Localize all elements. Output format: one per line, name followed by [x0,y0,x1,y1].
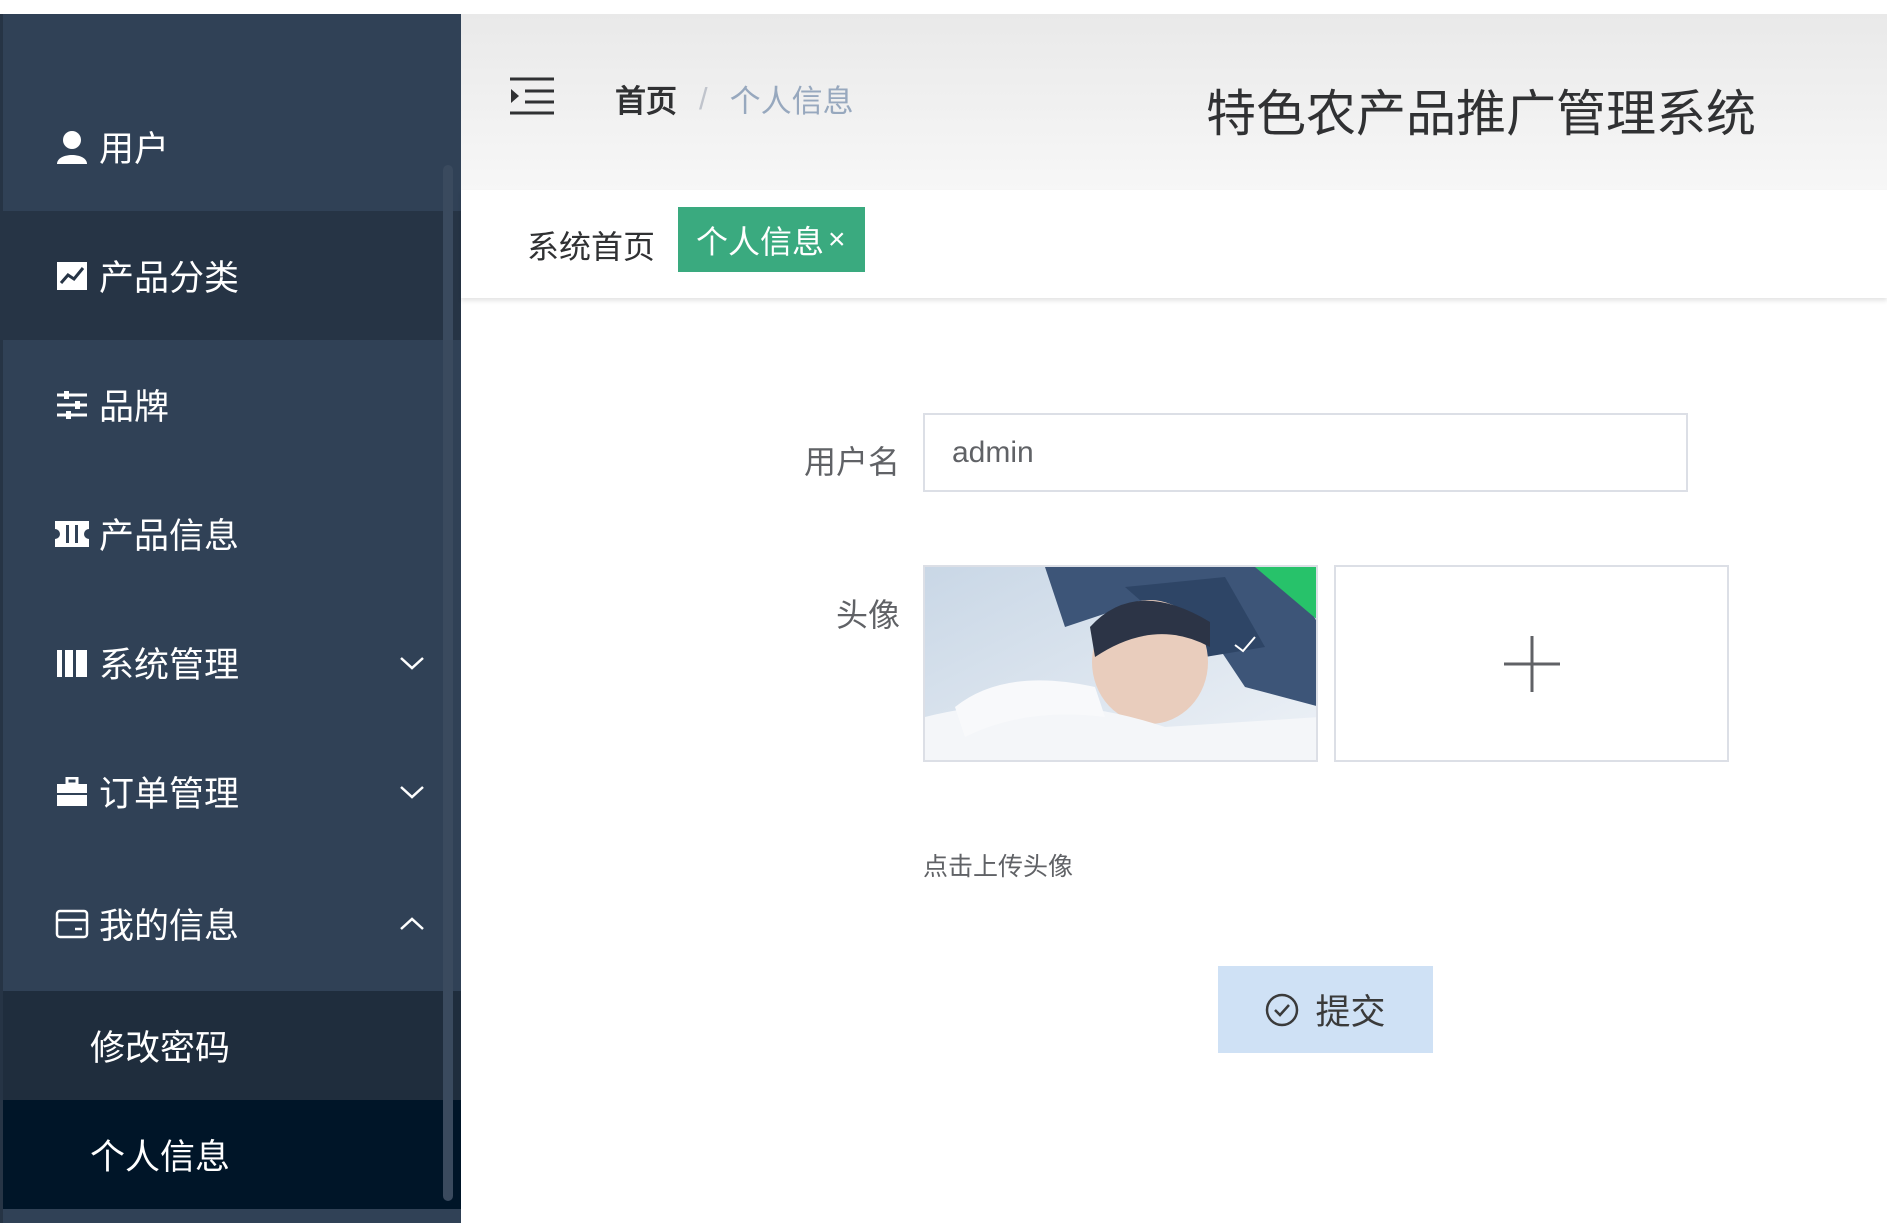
sidebar-item-label: 产品分类 [99,259,240,298]
ticket-icon [55,517,89,551]
sidebar-subitem-change-password[interactable]: 修改密码 [3,991,461,1100]
sidebar-item-label: 订单管理 [99,775,240,814]
sidebar-item-label: 品牌 [99,388,170,427]
submit-label: 提交 [1315,993,1386,1032]
chevron-down-icon [400,785,424,799]
sidebar-item-product-category[interactable]: 产品分类 [3,211,461,340]
upload-box[interactable] [1334,565,1729,762]
plus-icon [1503,635,1560,692]
avatar-label: 头像 [835,597,900,633]
sidebar-item-label: 产品信息 [99,517,240,556]
breadcrumb-home[interactable]: 首页 [615,76,677,121]
page-title: 特色农产品推广管理系统 [1206,86,1756,142]
username-input[interactable] [923,413,1688,492]
sidebar-scrollbar[interactable] [443,165,453,1201]
sidebar-item-label: 用户 [99,130,170,169]
breadcrumb: 首页 / 个人信息 [615,76,854,121]
sliders-icon [55,388,89,422]
tag-personal-info[interactable]: 个人信息 × [678,207,865,272]
sidebar-item-system-management[interactable]: 系统管理 [3,598,461,727]
tag-label: 个人信息 [696,223,825,260]
breadcrumb-current: 个人信息 [729,84,854,119]
close-icon[interactable]: × [828,223,846,257]
sidebar-subitem-label: 修改密码 [90,1029,231,1068]
chevron-up-icon [400,916,424,930]
sidebar-top-band [0,0,461,14]
upload-hint[interactable]: 点击上传头像 [923,847,1073,883]
app-root: 用户 产品分类 品牌 产品信息 系统管理 订单管理 我的信息 修改密码 个人信息… [0,0,1887,1223]
top-navbar: 首页 / 个人信息 特色农产品推广管理系统 [461,14,1887,190]
menu-toggle-icon[interactable] [509,76,555,116]
sidebar-subitem-personal-info[interactable]: 个人信息 [3,1100,461,1209]
sidebar-item-order-management[interactable]: 订单管理 [3,727,461,856]
check-circle-icon [1266,993,1299,1026]
sidebar-item-my-info[interactable]: 我的信息 [3,859,461,988]
user-icon [55,130,89,164]
chevron-down-icon [400,656,424,670]
avatar-preview[interactable] [923,565,1318,762]
sidebar-item-label: 我的信息 [99,907,240,946]
breadcrumb-separator: / [699,80,708,116]
sidebar-subitem-label: 个人信息 [90,1138,231,1177]
sidebar-item-product-info[interactable]: 产品信息 [3,469,461,598]
tags-view: 系统首页 个人信息 × [461,190,1887,298]
username-label: 用户名 [803,444,900,480]
card-icon [55,907,89,941]
sidebar: 用户 产品分类 品牌 产品信息 系统管理 订单管理 我的信息 修改密码 个人信息 [0,0,461,1223]
tag-home[interactable]: 系统首页 [527,222,655,268]
chart-icon [55,259,89,293]
sidebar-item-label: 系统管理 [99,646,240,685]
sidebar-item-user[interactable]: 用户 [3,82,461,211]
briefcase-icon [55,775,89,809]
sidebar-item-brand[interactable]: 品牌 [3,340,461,469]
avatar-image [925,567,1316,760]
books-icon [55,646,89,680]
submit-button[interactable]: 提交 [1218,966,1433,1053]
